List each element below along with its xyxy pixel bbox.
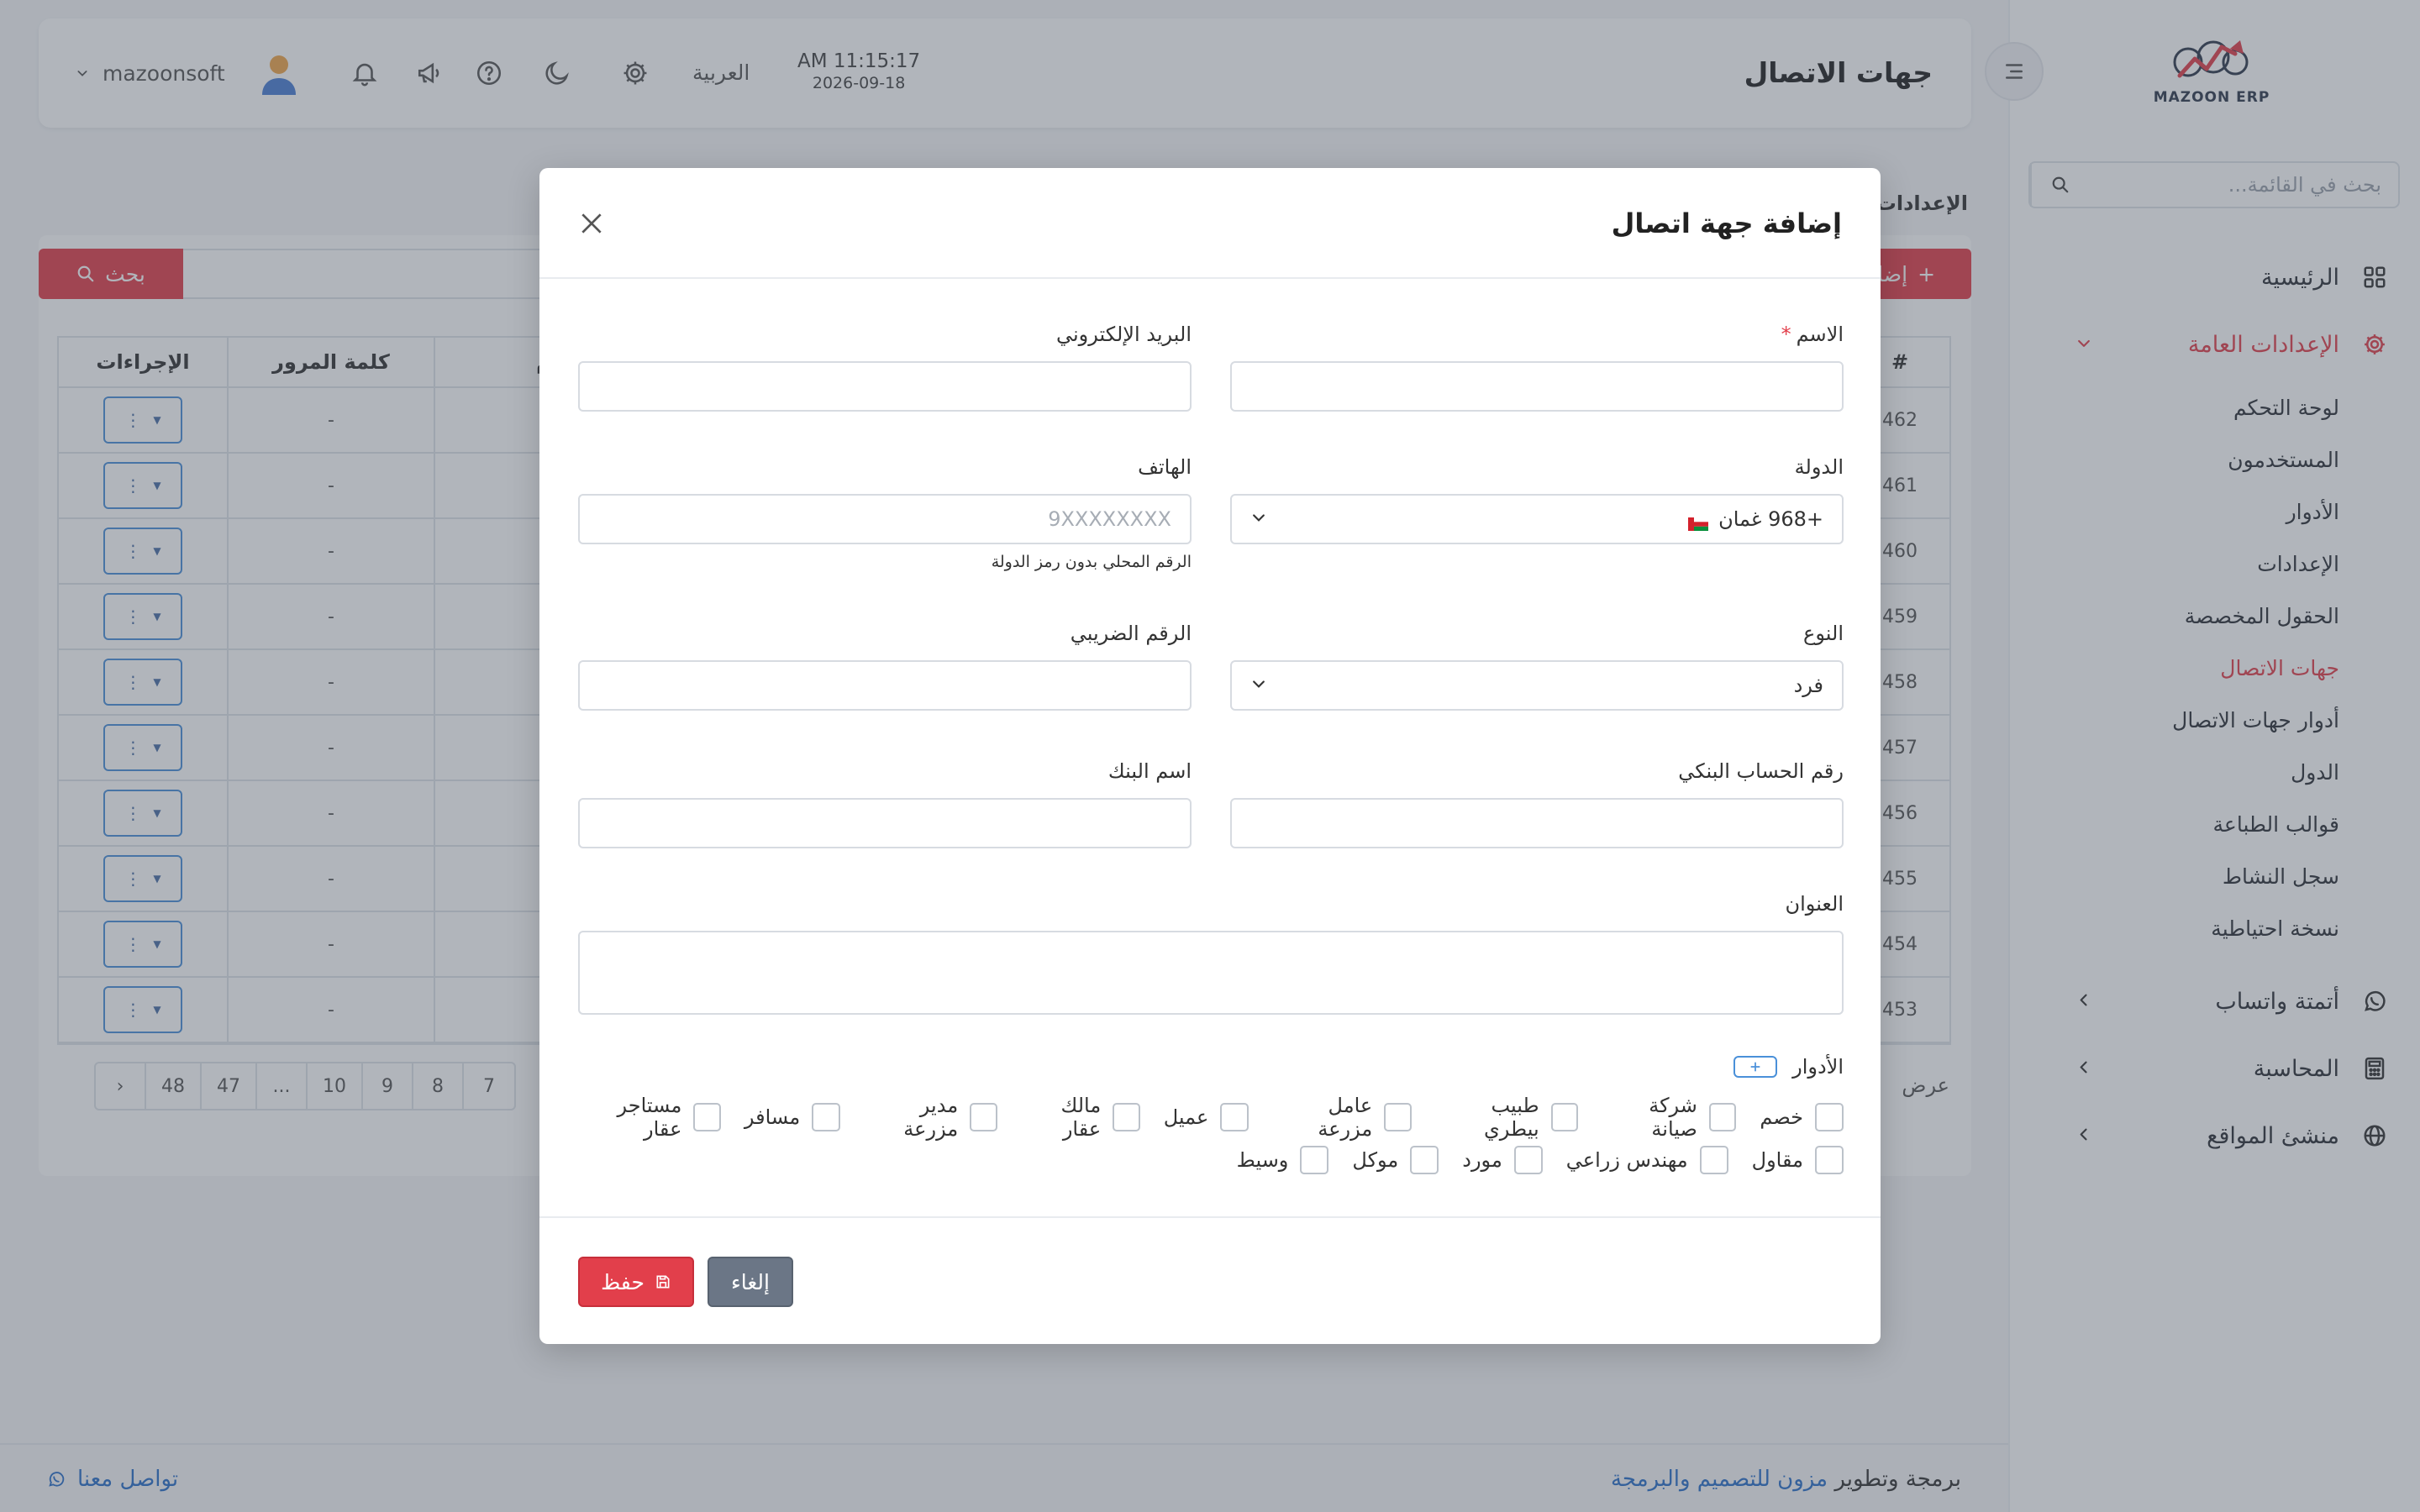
close-icon [581,213,602,234]
role-checkbox[interactable] [1550,1103,1579,1131]
name-input[interactable] [1230,361,1844,412]
role-option[interactable]: موكل [1352,1146,1439,1174]
role-checkbox[interactable] [1815,1146,1844,1174]
role-checkbox[interactable] [1410,1146,1439,1174]
phone-input[interactable] [578,494,1192,544]
chevron-down-icon [1250,674,1267,697]
role-label: مورد [1462,1148,1502,1172]
role-option[interactable]: طبيب بيطري [1435,1094,1579,1141]
bank-account-field-group: رقم الحساب البنكي [1230,759,1844,848]
role-checkbox[interactable] [693,1103,721,1131]
save-icon [656,1275,670,1289]
modal-footer: إلغاء حفظ [539,1216,1881,1344]
name-label: الاسم* [1781,323,1844,346]
modal-header: إضافة جهة اتصال [539,168,1881,279]
email-label: البريد الإلكتروني [1055,323,1192,346]
country-label: الدولة [1794,455,1844,479]
country-code-name: +968 غمان [1718,507,1823,531]
role-option[interactable]: مالك عقار [1021,1094,1140,1141]
role-label: مقاول [1751,1148,1803,1172]
tax-field-group: الرقم الضريبي [578,622,1192,711]
address-field-group: العنوان [578,892,1844,1015]
bank-account-input[interactable] [1230,798,1844,848]
bank-account-label: رقم الحساب البنكي [1678,759,1844,783]
type-select[interactable]: فرد [1230,660,1844,711]
role-checkbox[interactable] [1384,1103,1412,1131]
role-label: عميل [1163,1105,1209,1129]
role-checkbox[interactable] [1699,1146,1728,1174]
role-checkbox[interactable] [970,1103,997,1131]
roles-header: الأدوار [1733,1055,1844,1079]
role-option[interactable]: مقاول [1752,1146,1844,1174]
name-field-group: الاسم* [1230,323,1844,412]
phone-field-group: الهاتف الرقم المحلي بدون رمز الدولة [578,455,1192,571]
country-field-group: الدولة +968 غمان [1230,455,1844,544]
roles-label: الأدوار [1792,1055,1844,1079]
chevron-down-icon [1250,507,1267,531]
role-checkbox[interactable] [812,1103,841,1131]
role-checkbox[interactable] [1300,1146,1329,1174]
role-option[interactable]: مستاجر عقار [578,1094,721,1141]
country-selected: +968 غمان [1688,507,1823,531]
role-checkbox[interactable] [1708,1103,1737,1131]
cancel-button[interactable]: إلغاء [708,1257,793,1307]
required-asterisk: * [1781,323,1791,346]
plus-icon [1750,1062,1760,1072]
role-option[interactable]: خصم [1760,1094,1844,1141]
role-checkbox[interactable] [1113,1103,1140,1131]
oman-flag-icon [1688,512,1709,531]
role-option[interactable]: مدير مزرعة [864,1094,997,1141]
role-option[interactable]: مهندس زراعي [1566,1146,1728,1174]
role-option[interactable]: شركة صيانة [1602,1094,1737,1141]
role-label: خصم [1760,1105,1803,1129]
role-label: موكل [1352,1148,1399,1172]
save-button-label: حفظ [601,1269,644,1294]
tax-number-label: الرقم الضريبي [1070,622,1192,645]
bank-name-field-group: اسم البنك [578,759,1192,848]
phone-label: الهاتف [1138,455,1192,479]
role-label: شركة صيانة [1649,1094,1697,1141]
save-button[interactable]: حفظ [578,1257,694,1307]
type-field-group: النوع فرد [1230,622,1844,711]
type-selected: فرد [1793,674,1823,697]
role-label: مالك عقار [1060,1094,1102,1141]
role-option[interactable]: عامل مزرعة [1272,1094,1412,1141]
role-option[interactable]: مسافر [744,1094,841,1141]
bank-name-label: اسم البنك [1107,759,1192,783]
roles-row-1: خصم شركة صيانة طبيب بيطري عامل مزرعة عميل مال… [578,1094,1844,1141]
add-role-button[interactable] [1733,1056,1778,1078]
role-label: وسيط [1236,1148,1289,1172]
email-field-group: البريد الإلكتروني [578,323,1192,412]
role-label: مسافر [744,1105,801,1129]
role-label: مستاجر عقار [617,1094,682,1141]
role-label: طبيب بيطري [1484,1094,1539,1141]
phone-hint: الرقم المحلي بدون رمز الدولة [991,553,1192,571]
role-option[interactable]: عميل [1164,1094,1249,1141]
role-checkbox[interactable] [1220,1103,1249,1131]
role-option[interactable]: وسيط [1237,1146,1329,1174]
add-contact-modal: إضافة جهة اتصال الاسم* البريد الإلكتروني… [539,168,1881,1344]
modal-title: إضافة جهة اتصال [1611,207,1842,239]
role-checkbox[interactable] [1513,1146,1543,1174]
role-label: مدير مزرعة [903,1094,959,1141]
country-select[interactable]: +968 غمان [1230,494,1844,544]
address-label: العنوان [1785,892,1844,916]
role-option[interactable]: مورد [1462,1146,1543,1174]
email-input[interactable] [578,361,1192,412]
type-label: النوع [1803,622,1844,645]
role-label: مهندس زراعي [1565,1148,1688,1172]
bank-name-input[interactable] [578,798,1192,848]
tax-number-input[interactable] [578,660,1192,711]
address-textarea[interactable] [578,931,1844,1015]
role-label: عامل مزرعة [1318,1094,1373,1141]
role-checkbox[interactable] [1815,1103,1844,1131]
roles-row-2: مقاول مهندس زراعي مورد موكل وسيط [578,1146,1844,1174]
close-button[interactable] [573,205,610,242]
